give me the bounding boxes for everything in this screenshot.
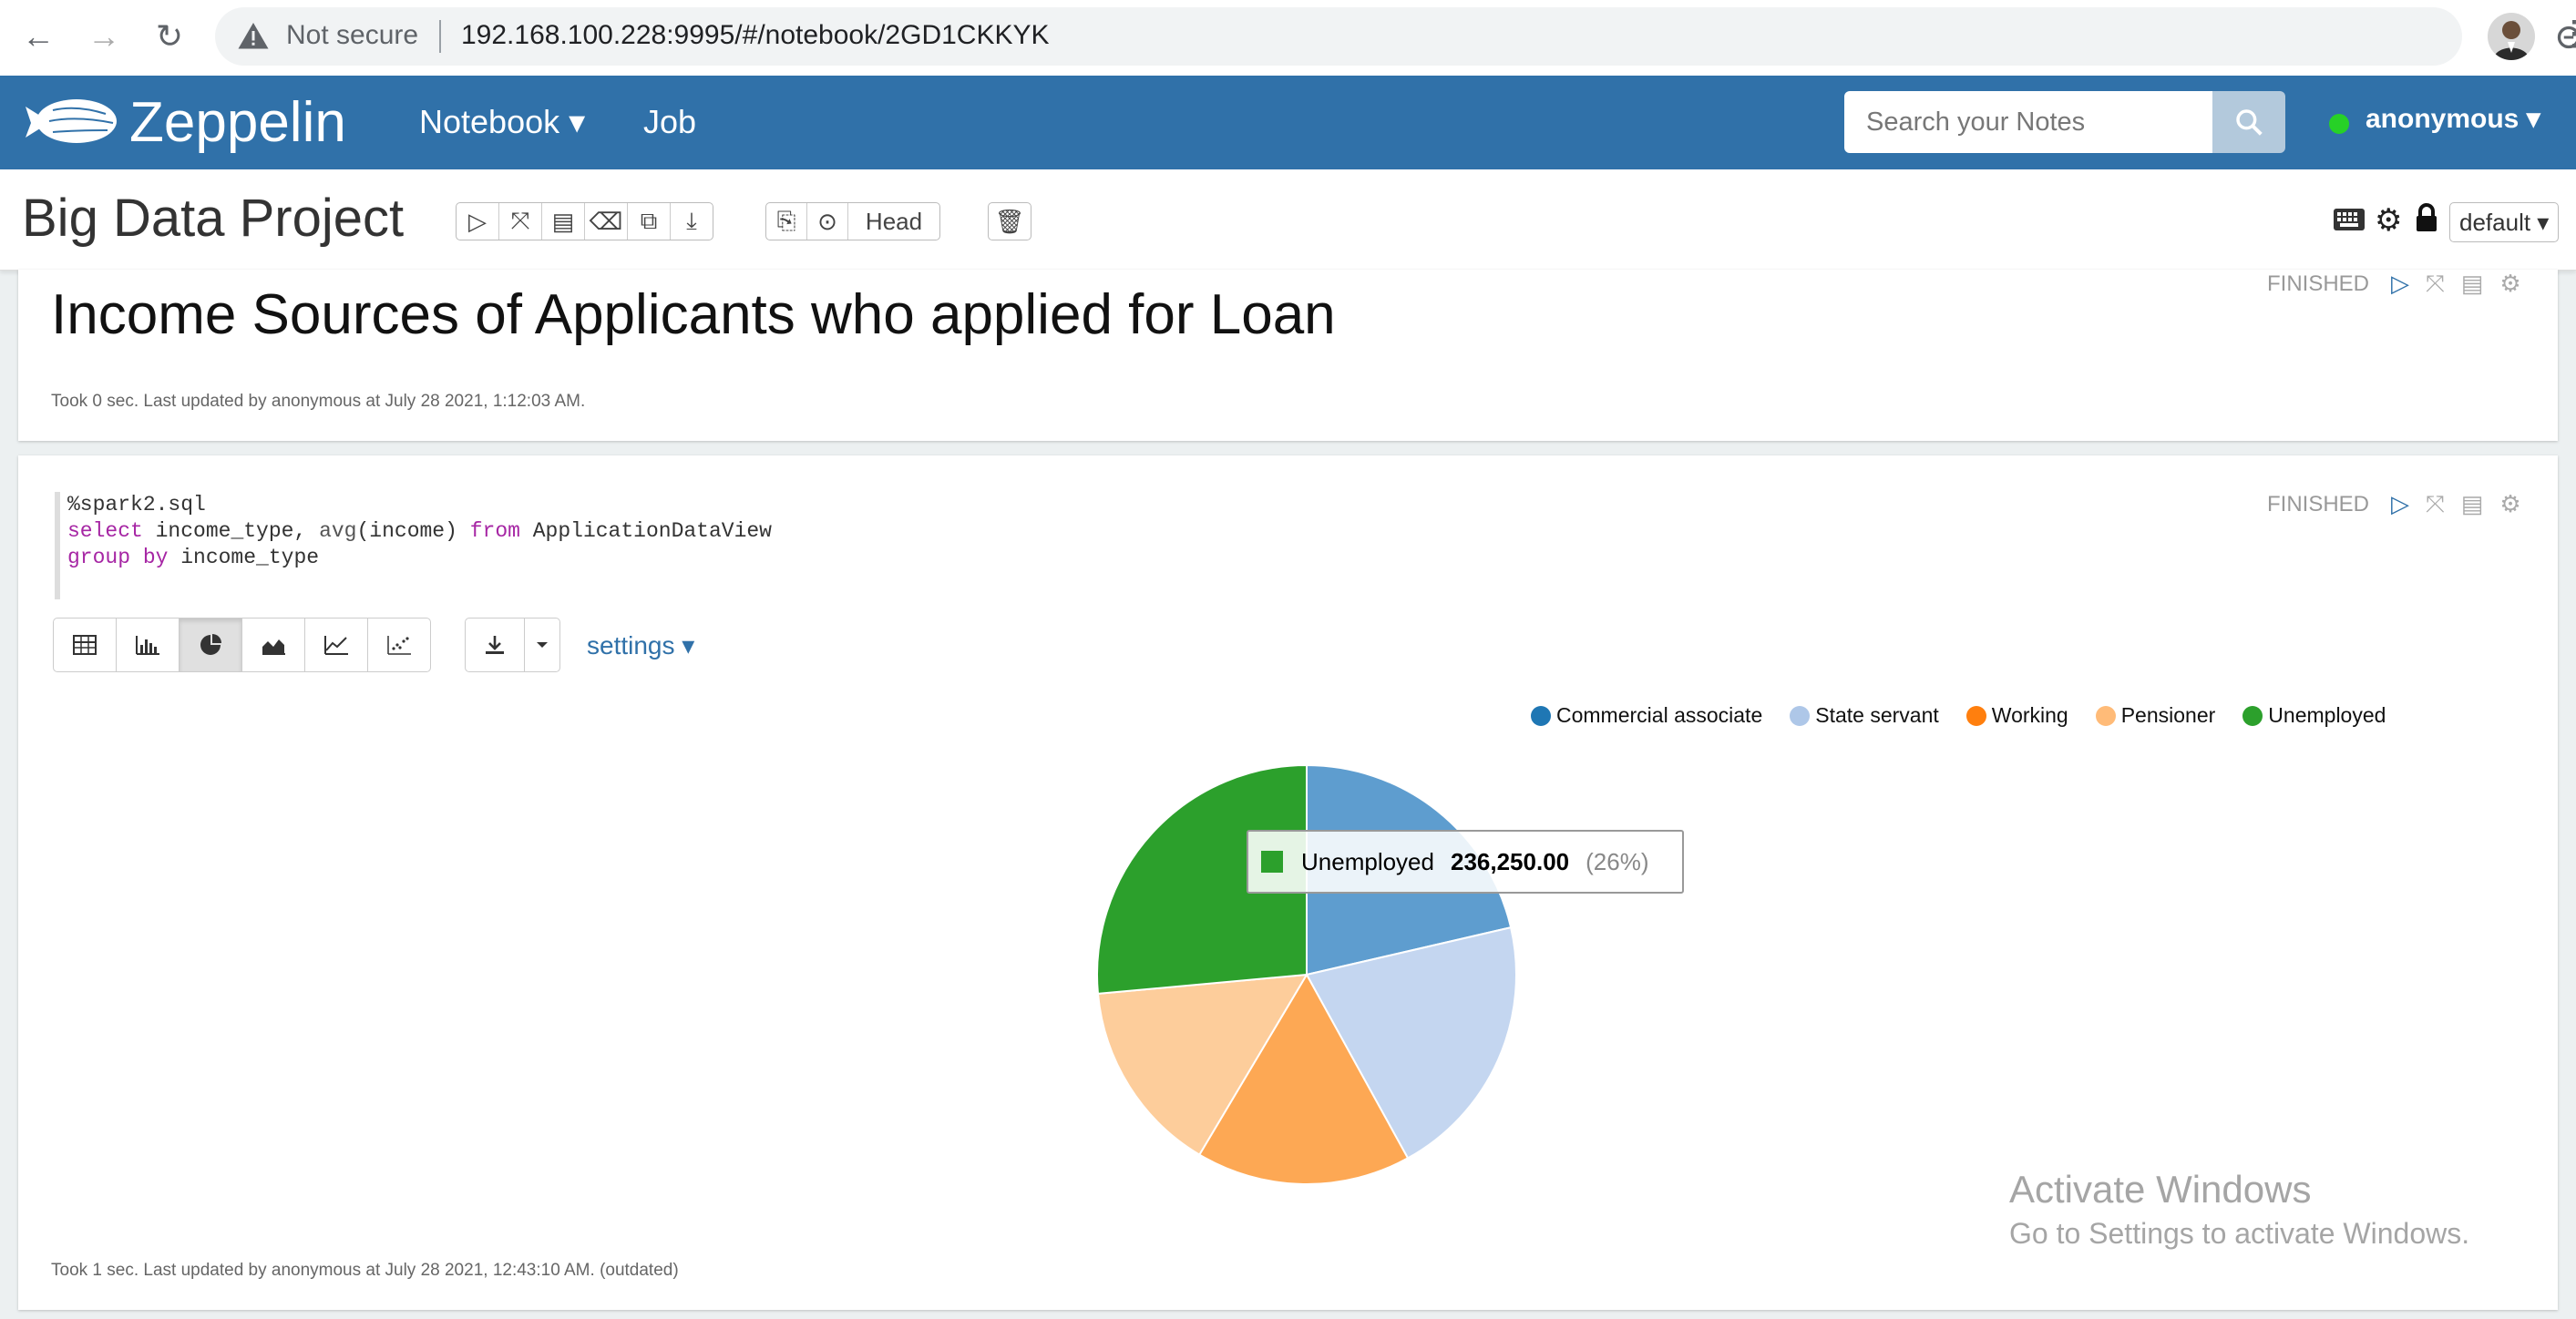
legend-label: Commercial associate <box>1556 703 1763 727</box>
download-group <box>465 618 560 672</box>
area-chart-icon[interactable] <box>242 619 305 671</box>
job-link[interactable]: Job <box>643 103 696 141</box>
hide-output-icon[interactable]: ▤ <box>542 203 585 240</box>
legend-item[interactable]: Working <box>1965 703 2068 728</box>
pie-chart-icon[interactable] <box>180 619 242 671</box>
trash-icon[interactable]: 🗑 <box>989 203 1031 240</box>
chart-legend: Commercial associate State servant Working… <box>1531 703 2386 728</box>
pie-chart <box>1096 763 1517 1185</box>
watermark-subtitle: Go to Settings to activate Windows. <box>2009 1217 2470 1250</box>
code-line: group by income_type <box>67 546 320 569</box>
divider <box>439 20 441 53</box>
profile-avatar[interactable] <box>2488 13 2535 60</box>
toggle-output-icon[interactable]: ▤ <box>2461 490 2484 519</box>
search-icon <box>2236 109 2263 136</box>
run-all-icon[interactable]: ▷ <box>457 203 499 240</box>
legend-label: Unemployed <box>2268 703 2386 727</box>
notebook-run-group: ▷ ⤧ ▤ ⌫ ⧉ ⤓ <box>456 202 713 240</box>
legend-label: Pensioner <box>2120 703 2216 727</box>
legend-item[interactable]: State servant <box>1790 703 1939 728</box>
forward-icon[interactable]: → <box>84 16 124 56</box>
legend-item[interactable]: Commercial associate <box>1531 703 1762 728</box>
tooltip-value: 236,250.00 <box>1450 847 1570 875</box>
legend-dot-icon <box>1790 705 1811 726</box>
legend-label: Working <box>1991 703 2068 727</box>
version-control-icon[interactable]: ⎘ <box>766 203 807 240</box>
legend-dot-icon <box>2242 705 2263 726</box>
back-icon[interactable]: ← <box>18 16 58 56</box>
browser-chrome: ← → ↻ Not secure 192.168.100.228:9995/#/… <box>0 0 2576 76</box>
browser-menu-icon[interactable]: ⋮ <box>2557 13 2576 54</box>
paragraph-footer: Took 1 sec. Last updated by anonymous at… <box>51 1261 679 1280</box>
line-chart-icon[interactable] <box>305 619 368 671</box>
download-dropdown-icon[interactable] <box>525 619 559 671</box>
notebook-action-bar: Big Data Project ▷ ⤧ ▤ ⌫ ⧉ ⤓ ⎘ ⊙ Head 🗑 … <box>0 169 2576 271</box>
watermark-title: Activate Windows <box>2009 1168 2312 1211</box>
scatter-chart-icon[interactable] <box>368 619 430 671</box>
clone-icon[interactable]: ⧉ <box>628 203 671 240</box>
head-button[interactable]: Head <box>848 203 939 240</box>
paragraph-title: FINISHED ▷ ⤧ ▤ ⚙ Income Sources of Appli… <box>18 270 2558 441</box>
permissions-lock-icon[interactable] <box>2413 202 2440 233</box>
keyboard-shortcut-icon[interactable] <box>2333 208 2366 231</box>
legend-label: State servant <box>1815 703 1939 727</box>
interpreter-settings-icon[interactable]: ⚙ <box>2375 202 2402 239</box>
code-line: %spark2.sql <box>67 493 206 516</box>
table-icon[interactable] <box>54 619 117 671</box>
legend-dot-icon <box>1531 705 1551 726</box>
legend-dot-icon <box>2095 705 2116 726</box>
warning-icon[interactable] <box>237 20 270 53</box>
tooltip-swatch <box>1261 851 1283 873</box>
toggle-editor-icon[interactable]: ⤧ <box>2426 270 2445 299</box>
commit-icon[interactable]: ⊙ <box>807 203 848 240</box>
search-input[interactable] <box>1844 91 2214 153</box>
notebook-menu[interactable]: Notebook ▾ <box>419 103 585 141</box>
legend-dot-icon <box>1965 705 1986 726</box>
not-secure-label: Not secure <box>286 20 419 50</box>
hide-code-icon[interactable]: ⤧ <box>499 203 542 240</box>
paragraph-controls: ▷ ⤧ ▤ ⚙ <box>2391 490 2521 519</box>
toggle-output-icon[interactable]: ▤ <box>2461 270 2484 299</box>
download-icon[interactable] <box>466 619 525 671</box>
search-button[interactable] <box>2212 91 2285 153</box>
visualization-toolbar <box>53 618 431 672</box>
paragraph-footer: Took 0 sec. Last updated by anonymous at… <box>51 392 586 411</box>
tooltip-label: Unemployed <box>1301 847 1434 875</box>
export-icon[interactable]: ⤓ <box>671 203 713 240</box>
paragraph-settings-icon[interactable]: ⚙ <box>2499 270 2520 299</box>
paragraph-settings-icon[interactable]: ⚙ <box>2499 490 2520 519</box>
connection-status-dot <box>2329 114 2349 134</box>
brand-name[interactable]: Zeppelin <box>129 90 346 155</box>
version-group: ⎘ ⊙ Head <box>765 202 940 240</box>
tooltip-percent: (26%) <box>1586 847 1649 875</box>
url-text[interactable]: 192.168.100.228:9995/#/notebook/2GD1CKKY… <box>461 20 1050 51</box>
settings-toggle[interactable]: settings ▾ <box>587 630 694 660</box>
address-bar[interactable]: Not secure 192.168.100.228:9995/#/notebo… <box>215 7 2576 66</box>
interpreter-dropdown[interactable]: default ▾ <box>2449 202 2560 242</box>
paragraph-status: FINISHED <box>2267 492 2370 516</box>
notebook-title[interactable]: Big Data Project <box>22 188 404 249</box>
user-menu[interactable]: anonymous ▾ <box>2366 103 2540 135</box>
zeppelin-logo-icon[interactable] <box>22 88 120 158</box>
clear-output-icon[interactable]: ⌫ <box>585 203 628 240</box>
legend-item[interactable]: Pensioner <box>2095 703 2216 728</box>
activate-windows-watermark: Activate Windows Go to Settings to activ… <box>2009 1168 2469 1251</box>
toggle-editor-icon[interactable]: ⤧ <box>2426 490 2445 519</box>
reload-icon[interactable]: ↻ <box>149 16 190 56</box>
code-line: select income_type, avg(income) from App… <box>67 519 772 543</box>
app-navbar: Zeppelin Notebook ▾ Job anonymous ▾ <box>0 76 2576 169</box>
legend-item[interactable]: Unemployed <box>2242 703 2386 728</box>
paragraph-controls: ▷ ⤧ ▤ ⚙ <box>2391 270 2521 299</box>
run-paragraph-icon[interactable]: ▷ <box>2391 490 2409 519</box>
paragraph-status: FINISHED <box>2267 271 2370 296</box>
paragraph-heading: Income Sources of Applicants who applied… <box>51 283 1336 346</box>
code-editor[interactable]: %spark2.sql select income_type, avg(inco… <box>55 492 979 599</box>
delete-group: 🗑 <box>988 202 1031 240</box>
chart-tooltip: Unemployed 236,250.00 (26%) <box>1247 830 1684 894</box>
run-paragraph-icon[interactable]: ▷ <box>2391 270 2409 299</box>
bar-chart-icon[interactable] <box>117 619 180 671</box>
